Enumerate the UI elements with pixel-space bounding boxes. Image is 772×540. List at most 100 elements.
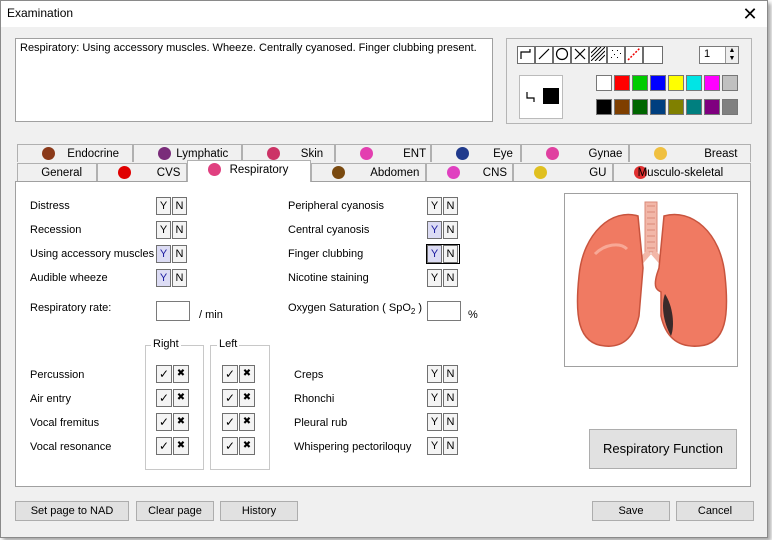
yes-box[interactable]: Y	[427, 365, 442, 383]
yes-box[interactable]: Y	[156, 221, 171, 239]
straight-line-icon[interactable]	[535, 46, 553, 64]
dots-icon[interactable]	[607, 46, 625, 64]
no-box[interactable]: N	[443, 269, 458, 287]
color-swatch[interactable]	[686, 99, 702, 115]
no-box[interactable]: N	[443, 413, 458, 431]
cross-icon[interactable]: ✖	[239, 413, 255, 431]
freehand-line-icon[interactable]	[517, 46, 535, 64]
tab-abdomen[interactable]: Abdomen	[311, 163, 426, 181]
color-swatch[interactable]	[596, 75, 612, 91]
yes-box[interactable]: Y	[427, 197, 442, 215]
circle-icon[interactable]	[553, 46, 571, 64]
cross-tool-icon[interactable]	[571, 46, 589, 64]
resp-rate-input[interactable]	[156, 301, 190, 321]
yes-no-central-cyanosis: YN	[427, 221, 459, 239]
no-box[interactable]: N	[172, 245, 187, 263]
yes-box[interactable]: Y	[427, 389, 442, 407]
respiratory-function-button[interactable]: Respiratory Function	[589, 429, 737, 469]
tab-gynae[interactable]: Gynae	[521, 144, 629, 162]
tab-endocrine[interactable]: Endocrine	[17, 144, 133, 162]
color-swatch[interactable]	[614, 75, 630, 91]
window-title: Examination	[7, 6, 74, 20]
cross-icon[interactable]: ✖	[173, 389, 189, 407]
tick-icon[interactable]: ✓	[156, 365, 172, 383]
blank-tool-icon[interactable]	[643, 46, 663, 64]
save-button[interactable]: Save	[592, 501, 670, 521]
yes-box[interactable]: Y	[156, 269, 171, 287]
notes-textarea[interactable]: Respiratory: Using accessory muscles. Wh…	[15, 38, 493, 122]
spinner-arrows-icon[interactable]: ▲ ▼	[725, 47, 738, 63]
color-swatch[interactable]	[686, 75, 702, 91]
no-box[interactable]: N	[172, 197, 187, 215]
color-swatch[interactable]	[704, 75, 720, 91]
color-swatch[interactable]	[632, 99, 648, 115]
cross-icon[interactable]: ✖	[239, 437, 255, 455]
no-box[interactable]: N	[443, 437, 458, 455]
color-swatch[interactable]	[668, 75, 684, 91]
set-page-nad-button[interactable]: Set page to NAD	[15, 501, 129, 521]
color-swatch[interactable]	[596, 99, 612, 115]
tick-icon[interactable]: ✓	[222, 437, 238, 455]
yes-box[interactable]: Y	[427, 437, 442, 455]
left-percussion-checks: ✓ ✖	[222, 365, 256, 383]
color-swatch[interactable]	[704, 99, 720, 115]
cross-icon[interactable]: ✖	[173, 365, 189, 383]
tick-icon[interactable]: ✓	[222, 365, 238, 383]
tick-icon[interactable]: ✓	[222, 413, 238, 431]
color-swatch[interactable]	[722, 75, 738, 91]
no-box[interactable]: N	[443, 221, 458, 239]
brain-icon	[447, 166, 460, 179]
tab-cvs[interactable]: CVS	[97, 163, 187, 181]
color-swatch[interactable]	[614, 99, 630, 115]
oxygen-saturation-input[interactable]	[427, 301, 461, 321]
tick-icon[interactable]: ✓	[222, 389, 238, 407]
no-box[interactable]: N	[443, 365, 458, 383]
tick-icon[interactable]: ✓	[156, 413, 172, 431]
resp-rate-label: Respiratory rate:	[30, 302, 112, 314]
hatch-icon[interactable]	[589, 46, 607, 64]
close-icon[interactable]: ✕	[736, 2, 764, 26]
sound-label: Pleural rub	[294, 417, 348, 429]
no-box[interactable]: N	[172, 221, 187, 239]
yes-box[interactable]: Y	[156, 197, 171, 215]
cross-icon[interactable]: ✖	[173, 413, 189, 431]
line-width-spinner[interactable]: 1 ▲ ▼	[699, 46, 739, 64]
no-box[interactable]: N	[443, 197, 458, 215]
cross-icon[interactable]: ✖	[239, 365, 255, 383]
dashed-line-icon[interactable]	[625, 46, 643, 64]
drawing-toolbox: 1 ▲ ▼	[506, 38, 752, 124]
yes-no-distress: YN	[156, 197, 188, 215]
cross-icon[interactable]: ✖	[173, 437, 189, 455]
tab-gu[interactable]: GU	[513, 163, 613, 181]
cross-icon[interactable]: ✖	[239, 389, 255, 407]
tick-icon[interactable]: ✓	[156, 389, 172, 407]
color-swatch[interactable]	[650, 99, 666, 115]
color-swatch[interactable]	[722, 99, 738, 115]
no-box[interactable]: N	[172, 269, 187, 287]
cancel-button[interactable]: Cancel	[676, 501, 754, 521]
yes-box[interactable]: Y	[427, 413, 442, 431]
tab-cns[interactable]: CNS	[426, 163, 513, 181]
clear-page-button[interactable]: Clear page	[136, 501, 214, 521]
color-swatch[interactable]	[668, 99, 684, 115]
tab-respiratory[interactable]: Respiratory	[187, 160, 311, 182]
yes-box[interactable]: Y	[156, 245, 171, 263]
tab-eye[interactable]: Eye	[431, 144, 521, 162]
tab-general[interactable]: General	[17, 163, 97, 181]
tab-ent[interactable]: ENT	[335, 144, 431, 162]
tab-breast[interactable]: Breast	[629, 144, 751, 162]
color-swatch[interactable]	[632, 75, 648, 91]
history-button[interactable]: History	[220, 501, 298, 521]
no-box[interactable]: N	[443, 389, 458, 407]
yes-box[interactable]: Y	[427, 221, 442, 239]
no-box[interactable]: N	[443, 245, 458, 263]
color-swatch[interactable]	[650, 75, 666, 91]
brush-preview	[519, 75, 563, 119]
oxygen-saturation-label: Oxygen Saturation ( SpO2 )	[288, 302, 423, 317]
tab-label: Abdomen	[370, 167, 420, 179]
tab-musculo-skeletal[interactable]: Musculo-skeletal	[613, 163, 751, 181]
tab-label: Lymphatic	[176, 148, 229, 160]
tick-icon[interactable]: ✓	[156, 437, 172, 455]
yes-box[interactable]: Y	[427, 269, 442, 287]
yes-box[interactable]: Y	[427, 245, 442, 263]
